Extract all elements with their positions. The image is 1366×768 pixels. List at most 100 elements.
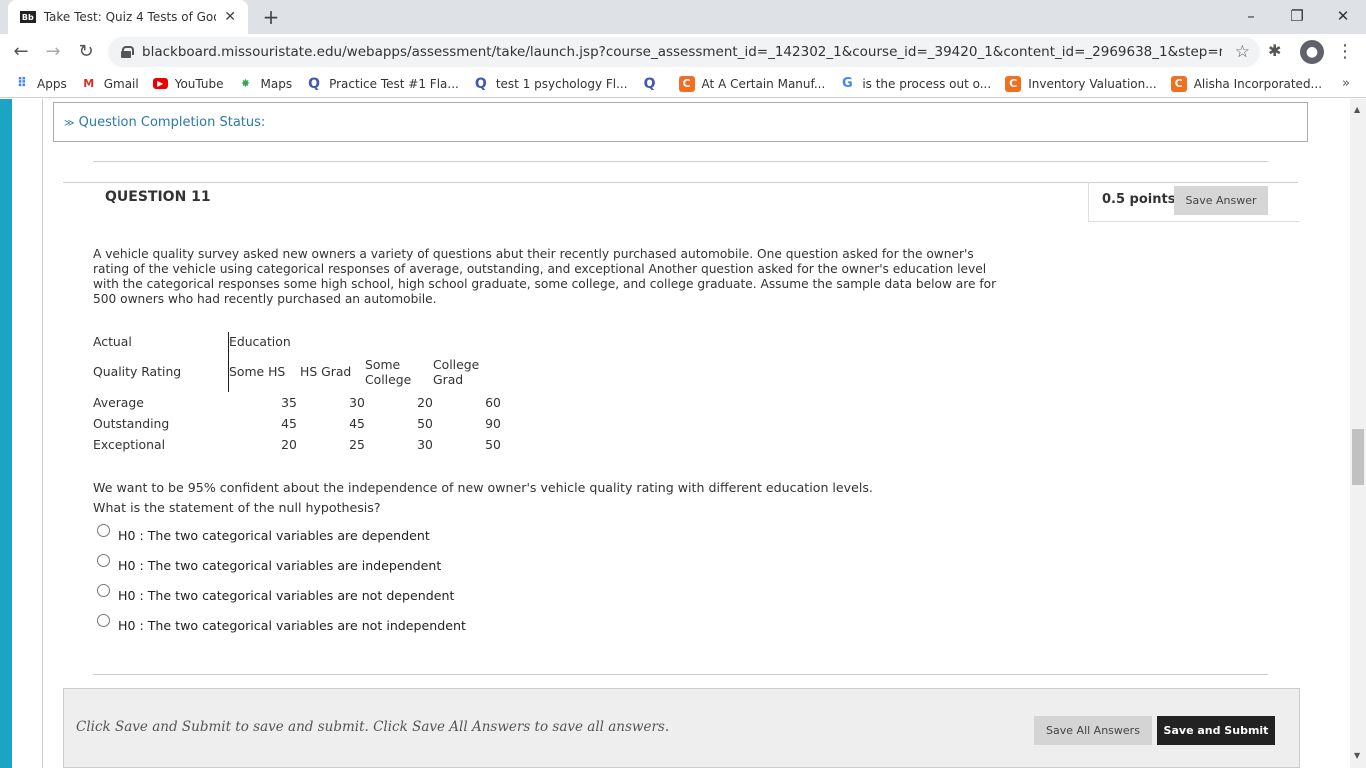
education-header: Education [229, 334, 291, 349]
table-cell: 50 [417, 416, 433, 431]
radio-button[interactable] [97, 584, 110, 597]
google-icon: G [841, 76, 853, 91]
radio-button[interactable] [97, 524, 110, 537]
question-prompt: We want to be 95% confident about the in… [93, 480, 873, 495]
quizlet-icon: Q [474, 75, 487, 92]
table-cell: 45 [281, 416, 297, 431]
bookmark-star-icon[interactable]: ☆ [1235, 42, 1250, 62]
radio-button[interactable] [97, 614, 110, 627]
submit-footer: Click Save and Submit to save and submit… [63, 688, 1300, 768]
more-bookmarks-icon[interactable]: » [1342, 76, 1350, 91]
table-cell: 30 [417, 437, 433, 452]
answer-option[interactable]: H0 : The two categorical variables are i… [97, 554, 441, 573]
close-window-icon[interactable]: ✕ [1320, 4, 1366, 28]
points-box: 0.5 points Save Answer [1088, 182, 1299, 222]
reload-icon[interactable]: ↻ [74, 40, 98, 64]
answer-option[interactable]: H0 : The two categorical variables are n… [97, 584, 454, 603]
bookmark-apps[interactable]: ⠿ Apps [14, 76, 67, 92]
lock-icon [120, 46, 134, 58]
chegg-icon: C [1170, 75, 1187, 92]
scrollbar[interactable]: ▲ ▼ [1350, 99, 1366, 768]
page-viewport: ≫ Question Completion Status: QUESTION 1… [0, 99, 1366, 768]
gmail-icon: M [83, 77, 95, 90]
restore-icon[interactable]: ❐ [1274, 4, 1320, 28]
close-tab-icon[interactable]: ✕ [222, 9, 238, 25]
row-label: Average [93, 395, 144, 410]
answer-option-label[interactable]: H0 : The two categorical variables are d… [118, 528, 430, 543]
forward-icon[interactable]: → [41, 40, 65, 64]
blackboard-favicon-icon: Bb [20, 11, 36, 23]
bookmark-label: test 1 psychology Fl... [495, 76, 628, 91]
scroll-down-icon[interactable]: ▼ [1354, 751, 1360, 760]
answer-option-label[interactable]: H0 : The two categorical variables are n… [118, 588, 454, 603]
back-icon[interactable]: ← [9, 40, 33, 64]
browser-tab[interactable]: Bb Take Test: Quiz 4 Tests of Goodne ✕ [8, 0, 248, 34]
course-menu-bar [0, 99, 12, 768]
answer-option[interactable]: H0 : The two categorical variables are n… [97, 614, 466, 633]
table-cell: 25 [349, 437, 365, 452]
bookmark-alisha[interactable]: C Alisha Incorporated... [1170, 75, 1323, 92]
apps-grid-icon: ⠿ [16, 76, 28, 91]
column-header: Some HS [229, 364, 286, 379]
bookmark-label: At A Certain Manuf... [701, 76, 826, 91]
question-title: QUESTION 11 [105, 189, 211, 205]
save-answer-button[interactable]: Save Answer [1174, 186, 1268, 215]
question-text: A vehicle quality survey asked new owner… [93, 247, 997, 306]
answer-option-label[interactable]: H0 : The two categorical variables are n… [118, 618, 466, 633]
scroll-thumb[interactable] [1352, 429, 1364, 485]
chegg-icon: C [678, 75, 695, 92]
save-all-answers-button[interactable]: Save All Answers [1034, 716, 1152, 745]
bookmark-label: is the process out o... [862, 76, 992, 91]
status-label: Question Completion Status: [78, 114, 266, 130]
new-tab-icon[interactable]: + [260, 6, 282, 28]
address-bar[interactable]: blackboard.missouristate.edu/webapps/ass… [108, 37, 1260, 67]
bookmark-youtube[interactable]: ▶ YouTube [152, 76, 224, 91]
tab-title: Take Test: Quiz 4 Tests of Goodne [43, 10, 217, 24]
bookmark-process[interactable]: G is the process out o... [839, 76, 991, 92]
chegg-icon: C [1005, 75, 1022, 92]
bookmark-label: Gmail [103, 76, 139, 91]
table-cell: 50 [485, 437, 501, 452]
bookmark-maps[interactable]: ✸ Maps [238, 76, 293, 92]
bookmark-psychology[interactable]: Q test 1 psychology Fl... [473, 76, 628, 92]
divider [93, 674, 1268, 675]
footer-instructions: Click Save and Submit to save and submit… [76, 719, 670, 735]
bookmark-gmail[interactable]: M Gmail [81, 76, 139, 92]
row-header-quality-rating: Quality Rating [93, 364, 182, 379]
table-cell: 60 [485, 395, 501, 410]
row-label: Outstanding [93, 416, 170, 431]
bookmark-inventory[interactable]: C Inventory Valuation... [1005, 75, 1157, 92]
divider [93, 161, 1268, 162]
tab-strip: Bb Take Test: Quiz 4 Tests of Goodne ✕ +… [0, 0, 1366, 34]
column-header: College Grad [433, 357, 480, 387]
profile-avatar-icon[interactable]: ● [1300, 40, 1324, 64]
radio-button[interactable] [97, 554, 110, 567]
bookmark-manufacturing[interactable]: C At A Certain Manuf... [678, 75, 826, 92]
bookmark-practice-test[interactable]: Q Practice Test #1 Fla... [306, 76, 459, 92]
extensions-puzzle-icon[interactable]: ✱ [1268, 41, 1281, 60]
row-header-actual: Actual [93, 334, 132, 349]
bookmark-label: Alisha Incorporated... [1193, 76, 1323, 91]
bookmark-label: YouTube [174, 76, 224, 91]
answer-option[interactable]: H0 : The two categorical variables are d… [97, 524, 430, 543]
column-header: HS Grad [300, 364, 352, 379]
minimize-icon[interactable]: – [1228, 4, 1274, 28]
question-completion-status[interactable]: ≫ Question Completion Status: [53, 102, 1308, 142]
url-text: blackboard.missouristate.edu/webapps/ass… [142, 44, 1222, 60]
bookmarks-bar: ⠿ Apps M Gmail ▶ YouTube ✸ Maps Q Practi… [0, 70, 1366, 98]
table-cell: 20 [417, 395, 433, 410]
answer-option-label[interactable]: H0 : The two categorical variables are i… [118, 558, 441, 573]
scroll-up-icon[interactable]: ▲ [1354, 105, 1360, 114]
browser-menu-icon[interactable]: ⋮ [1336, 40, 1354, 64]
youtube-icon: ▶ [152, 78, 168, 89]
bookmark-label: Practice Test #1 Fla... [329, 76, 459, 91]
bookmark-label: Apps [37, 76, 67, 91]
bookmark-label: Maps [260, 76, 293, 91]
question-prompt: What is the statement of the null hypoth… [93, 500, 381, 515]
table-cell: 45 [349, 416, 365, 431]
table-cell: 90 [485, 416, 501, 431]
status-toggle[interactable]: ≫ Question Completion Status: [64, 115, 265, 130]
save-and-submit-button[interactable]: Save and Submit [1157, 716, 1275, 745]
maps-icon: ✸ [240, 77, 251, 90]
bookmark-quizlet[interactable]: Q [642, 76, 665, 92]
